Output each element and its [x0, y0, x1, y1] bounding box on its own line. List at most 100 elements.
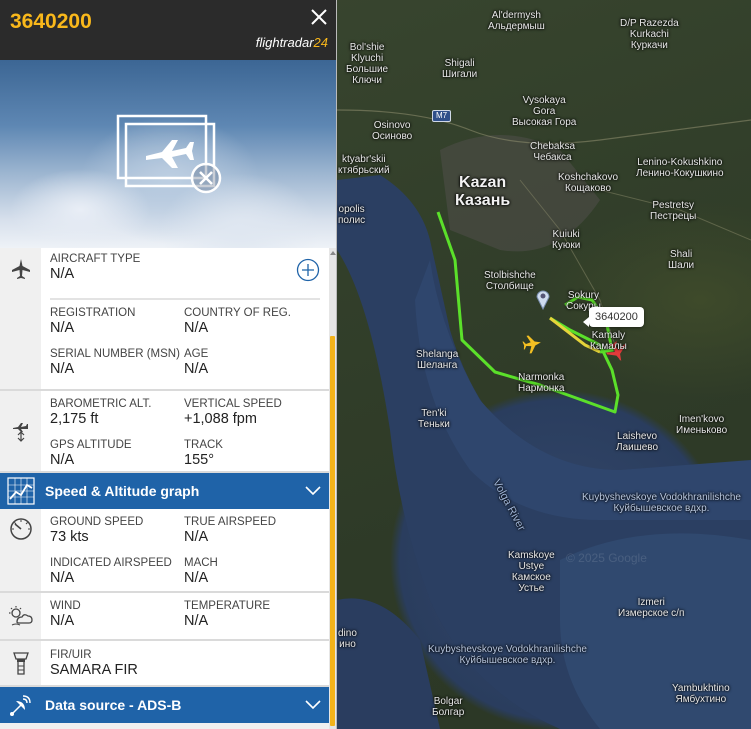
baro-alt-label: BAROMETRIC ALT. — [50, 398, 152, 410]
brand-logo: flightradar24 — [255, 35, 328, 50]
aircraft-section: AIRCRAFT TYPE N/A REGISTRATION N/A COUNTRY… — [0, 248, 330, 391]
altitude-section: BAROMETRIC ALT. 2,175 ft VERTICAL SPEED +1,… — [0, 391, 330, 473]
airplane-icon — [11, 259, 30, 279]
aircraft-callsign-tag[interactable]: 3640200 — [583, 307, 644, 327]
altitude-side — [0, 391, 41, 471]
satellite-icon — [9, 695, 31, 716]
true-airspeed-label: TRUE AIRSPEED — [184, 516, 277, 528]
indicated-airspeed-label: INDICATED AIRSPEED — [50, 557, 172, 569]
map-label-reservoir-east: Kuybyshevskoye Vodokhranilishche Куйбышев… — [582, 492, 741, 514]
map-label-laishevo: Laishevo Лаишево — [616, 431, 659, 453]
add-aircraft-icon[interactable] — [296, 258, 320, 282]
map-label-kazan: Kazan Казань — [455, 174, 511, 209]
serial-label: SERIAL NUMBER (MSN) — [50, 348, 180, 360]
aircraft-side — [0, 248, 41, 389]
map-label-kamskoye: Kamskoye Ustye Камское Устье — [508, 550, 555, 594]
map-label-bolgar: Bolgar Болгар — [432, 696, 465, 718]
fir-label: FIR/UIR — [50, 649, 92, 661]
speed-section: GROUND SPEED 73 kts TRUE AIRSPEED N/A INDIC… — [0, 509, 330, 593]
map-label-shelanga: Shelanga Шеланга — [416, 349, 459, 371]
fir-section: FIR/UIR SAMARA FIR — [0, 641, 330, 687]
panel-header: 3640200 flightradar24 — [0, 0, 336, 60]
registration-label: REGISTRATION — [50, 307, 136, 319]
map-label-tenki: Ten'ki Теньки — [418, 408, 450, 430]
baro-alt-value: 2,175 ft — [50, 411, 99, 427]
track-label: TRACK — [184, 439, 223, 451]
map-label-oktyabrsky: ktyabr'skii ктябрьский — [338, 154, 390, 176]
data-source-label: Data source - ADS-B — [45, 697, 182, 713]
gps-alt-value: N/A — [50, 452, 75, 468]
map-label-razezda: D/P Razezda Kurkachi Куркачи — [620, 18, 679, 51]
map-label-narmonka: Narmonka Нармонка — [518, 372, 565, 394]
airport-pin-icon[interactable] — [536, 290, 550, 311]
age-value: N/A — [184, 361, 209, 377]
flight-id-title: 3640200 — [10, 10, 92, 33]
map-label-reservoir-south: Kuybyshevskoye Vodokhranilishche Куйбышев… — [428, 644, 587, 666]
speed-altitude-graph-button[interactable]: Speed & Altitude graph — [0, 473, 330, 509]
map-label-kuyuki: Kuiuki Куюки — [552, 229, 581, 251]
mach-label: MACH — [184, 557, 218, 569]
weather-icon — [8, 606, 33, 626]
map-label-shali: Shali Шали — [668, 249, 695, 271]
speed-side — [0, 509, 41, 591]
map-label-pestretsy: Pestretsy Пестрецы — [650, 200, 697, 222]
aircraft-photo-placeholder — [0, 60, 336, 248]
fir-value: SAMARA FIR — [50, 662, 138, 678]
vertical-speed-value: +1,088 fpm — [184, 411, 257, 427]
aircraft-type-value: N/A — [50, 266, 75, 282]
map-label-osinovo: Osinovo Осиново — [372, 120, 413, 142]
map-label-kamaly: Kamaly Камалы — [590, 330, 627, 352]
registration-value: N/A — [50, 320, 75, 336]
track-value: 155° — [184, 452, 214, 468]
map-label-yambukhtino: Yambukhtino Ямбухтино — [672, 683, 730, 705]
map-label-bolshie: Bol'shie Klyuchi Большие Ключи — [346, 42, 389, 86]
map-label-imenkovo: Imen'kovo Именьково — [676, 414, 728, 436]
map-label-lenino: Lenino-Kokushkino Ленино-Кокушкино — [636, 157, 724, 179]
map-label-chebaksa: Chebaksa Чебакса — [530, 141, 576, 163]
vertical-speed-label: VERTICAL SPEED — [184, 398, 282, 410]
flight-info-panel: 3640200 flightradar24 AIRCRAFT TYPE N/A … — [0, 0, 337, 729]
true-airspeed-value: N/A — [184, 529, 209, 545]
close-icon[interactable] — [308, 6, 330, 28]
weather-section: WIND N/A TEMPERATURE N/A — [0, 593, 330, 641]
data-source-button[interactable]: Data source - ADS-B — [0, 687, 330, 723]
altitude-icon — [12, 423, 28, 442]
country-value: N/A — [184, 320, 209, 336]
age-label: AGE — [184, 348, 209, 360]
map-label-topolis: opolis полис — [338, 204, 366, 226]
temperature-value: N/A — [184, 613, 209, 629]
serial-value: N/A — [50, 361, 75, 377]
temperature-label: TEMPERATURE — [184, 600, 271, 612]
map-label-stolbishche: Stolbishche Столбище — [484, 270, 536, 292]
map-label-shigali: Shigali Шигали — [442, 58, 478, 80]
scroll-up-arrow-icon[interactable] — [330, 251, 336, 255]
speedometer-icon — [9, 518, 32, 540]
scroll-thumb[interactable] — [330, 336, 335, 726]
country-label: COUNTRY OF REG. — [184, 307, 291, 319]
gps-alt-label: GPS ALTITUDE — [50, 439, 132, 451]
wind-value: N/A — [50, 613, 75, 629]
road-shield-m7: M7 — [432, 110, 452, 122]
graph-icon — [6, 477, 35, 505]
indicated-airspeed-value: N/A — [50, 570, 75, 586]
map-label-koshchakovo: Koshchakovo Кощаково — [558, 172, 619, 194]
map-watermark: © 2025 Google — [566, 551, 647, 565]
mach-value: N/A — [184, 570, 209, 586]
other-aircraft-icon[interactable] — [522, 334, 543, 355]
map-label-aldermysh: Al'dermysh Альдермыш — [488, 10, 545, 32]
wind-label: WIND — [50, 600, 81, 612]
weather-side — [0, 593, 41, 639]
control-tower-icon — [12, 652, 29, 675]
no-photo-icon — [116, 114, 222, 194]
map-label-dino: dino ино — [338, 628, 357, 650]
aircraft-type-label: AIRCRAFT TYPE — [50, 253, 141, 265]
ground-speed-label: GROUND SPEED — [50, 516, 144, 528]
flight-details: AIRCRAFT TYPE N/A REGISTRATION N/A COUNTRY… — [0, 248, 330, 729]
map-label-izmeri: Izmeri Измерское с/п — [618, 597, 685, 619]
chevron-down-icon — [305, 486, 321, 496]
chevron-down-icon — [305, 700, 321, 710]
fir-side — [0, 641, 41, 685]
map-label-vysokaya: Vysokaya Gora Высокая Гора — [512, 95, 577, 128]
panel-scrollbar[interactable] — [329, 248, 336, 729]
speed-altitude-graph-label: Speed & Altitude graph — [45, 483, 200, 499]
